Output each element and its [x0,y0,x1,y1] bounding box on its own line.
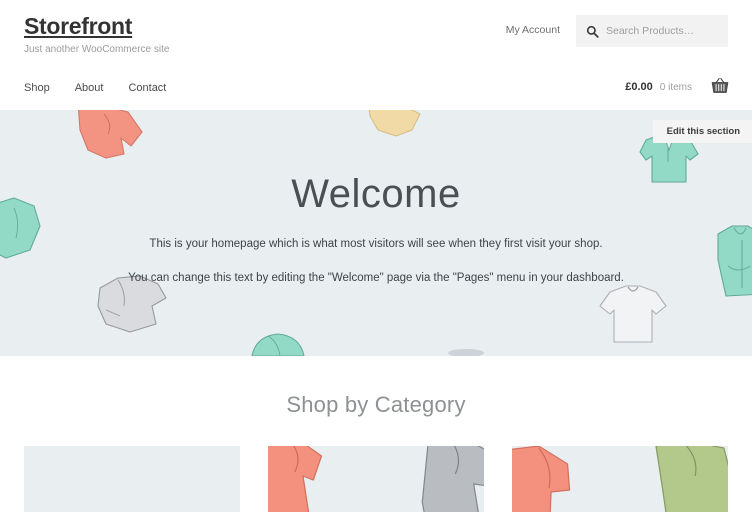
category-card-3-image [512,446,728,512]
site-branding: Storefront Just another WooCommerce site [24,13,170,56]
cart-total-amount: £0.00 [625,81,653,93]
green-shirt [655,446,728,512]
edit-this-section-button[interactable]: Edit this section [652,120,752,143]
grey-shirt [421,446,484,512]
search-input[interactable] [606,25,718,37]
category-card-2[interactable] [268,446,484,512]
hero-title: Welcome [291,172,461,216]
hero-paragraph-2: You can change this text by editing the … [128,272,624,284]
primary-navigation: Shop About Contact [24,82,166,94]
category-grid [0,446,752,512]
hero-paragraph-1: This is your homepage which is what most… [149,238,603,250]
section-title: Shop by Category [286,392,466,417]
category-card-1-image [24,446,240,512]
category-card-2-image [268,446,484,512]
hero-banner: Edit this section Welcome This is your h… [0,110,752,356]
shopping-basket-icon [711,77,729,93]
nav-item-shop[interactable]: Shop [24,82,50,94]
category-card-1[interactable] [24,446,240,512]
search-icon [586,25,599,38]
site-header: Storefront Just another WooCommerce site… [0,0,752,110]
hero-content: Welcome This is your homepage which is w… [0,110,752,356]
product-search-form[interactable] [576,15,728,47]
nav-item-contact[interactable]: Contact [128,82,166,94]
category-card-3[interactable] [512,446,728,512]
my-account-link[interactable]: My Account [506,24,560,36]
shop-by-category-section: Shop by Category [0,356,752,512]
storefront-homepage: Storefront Just another WooCommerce site… [0,0,752,512]
cart-summary[interactable]: £0.00 0 items [625,81,692,93]
site-title[interactable]: Storefront [24,13,132,39]
cart-item-count: 0 items [659,82,692,93]
cart-button[interactable] [710,76,730,96]
site-tagline: Just another WooCommerce site [24,44,170,56]
nav-item-about[interactable]: About [75,82,104,94]
